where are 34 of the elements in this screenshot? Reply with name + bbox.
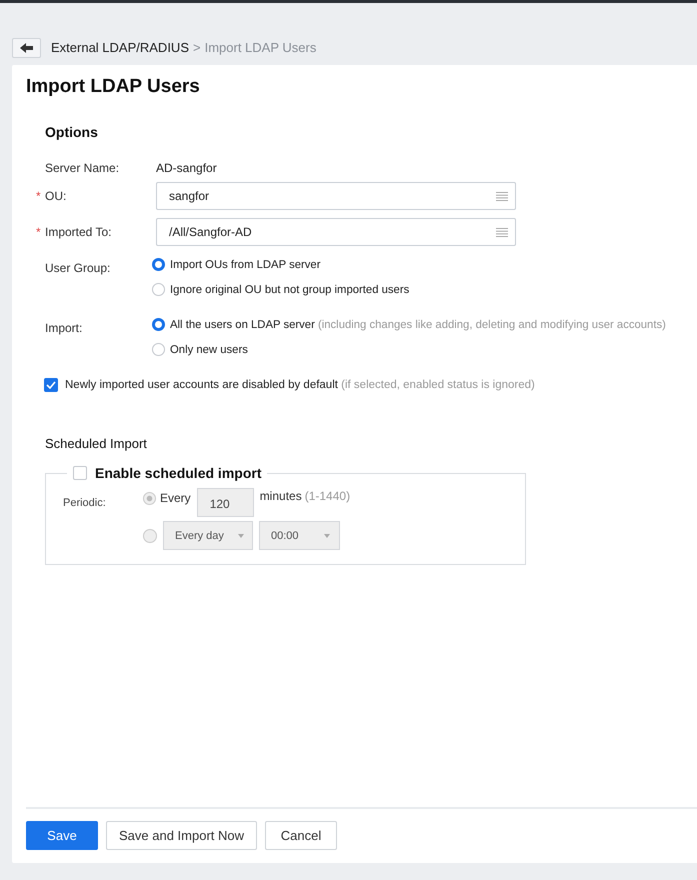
back-button[interactable] [12,38,41,58]
required-mark: * [36,188,41,205]
input-field[interactable]: sangfor [156,182,516,210]
input-field[interactable]: /All/Sangfor-AD [156,218,516,246]
list-icon [496,192,508,200]
checkbox-label: Newly imported user accounts are disabled by default (if selected, enabled status is ignored) [65,379,535,391]
list-icon [496,228,508,236]
checkbox[interactable] [44,378,58,392]
save-button[interactable]: Save [26,821,98,850]
field-label: Periodic: [63,496,107,511]
radio-option[interactable]: Import OUs from LDAP server [152,254,697,275]
back-arrow-icon [20,42,33,52]
field-label: Imported To: [45,225,112,239]
breadcrumb-current: Import LDAP Users [204,40,316,55]
field-value: AD-sangfor [156,161,217,175]
checkbox-label: Enable scheduled import [95,465,262,481]
radio-label: Every [160,491,191,505]
section-heading: Scheduled Import [45,436,148,451]
action-button[interactable]: Cancel [265,821,338,850]
field-label: Server Name: [45,161,120,175]
required-mark: * [36,224,41,241]
page-title: Import LDAP Users [26,76,201,98]
radio-option[interactable]: Only new users [152,339,697,360]
field-label: User Group: [45,261,110,275]
range-hint: (1-1440) [304,489,350,505]
radio-option[interactable]: All the users on LDAP server (including changes like adding, deleting and modifying user accounts) [152,314,697,335]
action-button[interactable]: Save and Import Now [106,821,258,850]
breadcrumb-link[interactable]: External LDAP/RADIUS [51,40,189,55]
field-label: OU: [45,189,66,203]
field-label: Import: [45,321,82,335]
unit-label: minutes [260,489,302,505]
section-heading: Options [45,124,99,140]
radio-option[interactable]: Ignore original OU but not group imported users [152,279,697,300]
breadcrumb-separator: > [193,40,201,55]
